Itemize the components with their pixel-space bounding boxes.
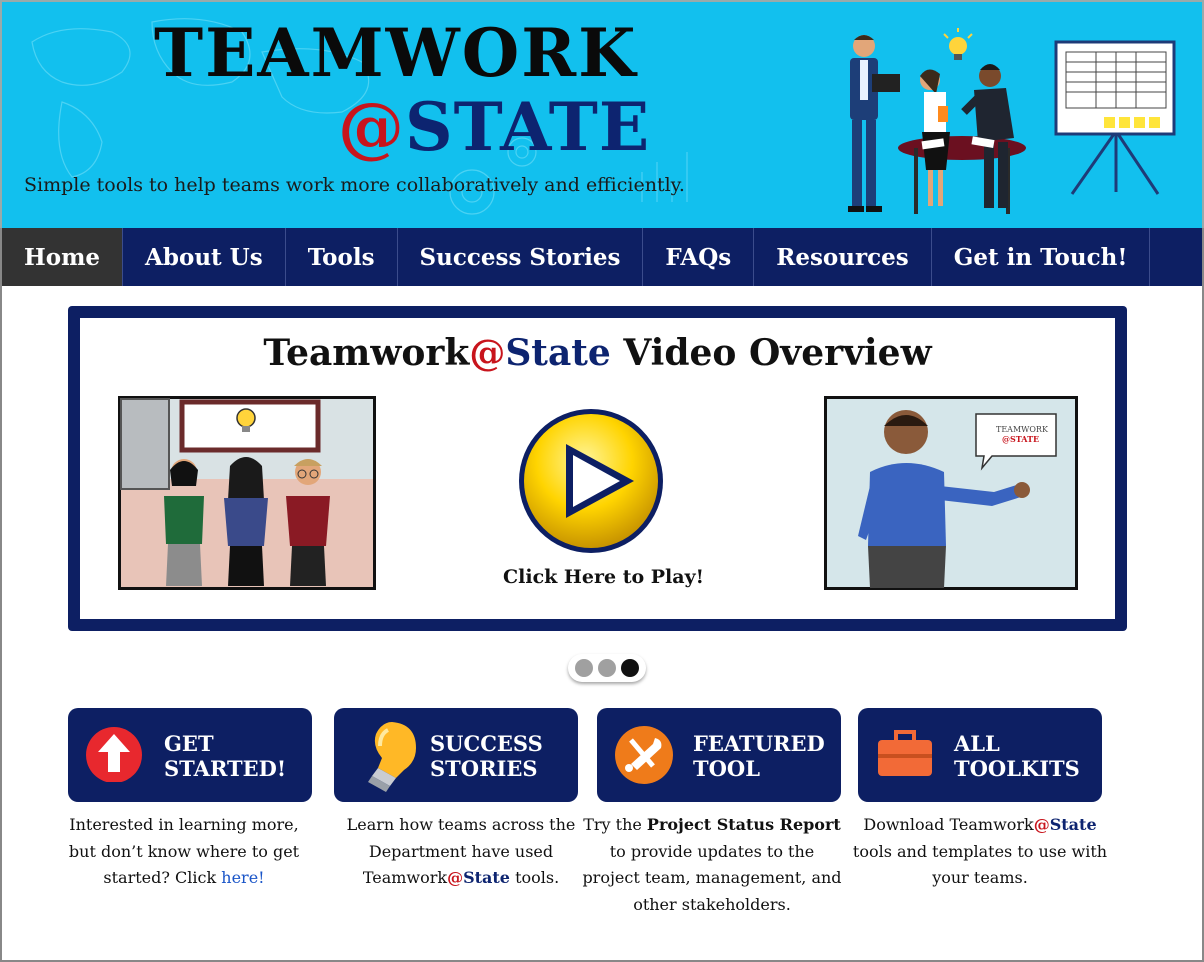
video-title: Teamwork@State Video Overview (80, 332, 1115, 374)
all-toolkits-card[interactable]: ALL TOOLKITS (858, 708, 1102, 802)
presenter-illustration: TEAMWORK @STATE (824, 396, 1078, 590)
speech-bubble-line1: TEAMWORK (996, 425, 1049, 434)
whiteboard-icon (1054, 40, 1176, 195)
success-stories-line2: STORIES (430, 756, 538, 781)
arrow-up-icon (86, 727, 142, 782)
logo-at-sign: @ (338, 88, 405, 166)
toolbox-icon (878, 730, 932, 776)
all-toolkits-description: Download Teamwork@State tools and templa… (852, 815, 1108, 887)
featured-tool-card[interactable]: FEATURED TOOL (597, 708, 841, 802)
slide-dot-1[interactable] (575, 659, 593, 677)
success-stories-description: Learn how teams across the Department ha… (346, 815, 576, 887)
success-stories-card[interactable]: SUCCESS STORIES (334, 708, 578, 802)
logo-state-word: STATE (405, 88, 651, 166)
get-started-line1: GET (164, 731, 214, 756)
nav-about-us[interactable]: About Us (123, 228, 286, 286)
nav-home[interactable]: Home (2, 228, 124, 286)
nav-get-in-touch[interactable]: Get in Touch! (932, 228, 1151, 286)
slide-content: Teamwork@State Video Overview Click Here… (80, 318, 1115, 619)
all-toolkits-line2: TOOLKITS (954, 756, 1080, 781)
get-started-card[interactable]: GET STARTED! (68, 708, 312, 802)
play-button-icon[interactable] (516, 406, 666, 556)
all-toolkits-line1: ALL (954, 731, 1000, 756)
main-nav: Home About Us Tools Success Stories FAQs… (0, 228, 1204, 286)
video-overview-slide[interactable]: Teamwork@State Video Overview Click Here… (68, 306, 1127, 631)
slider-dots (568, 654, 646, 682)
get-started-line2: STARTED! (164, 756, 287, 781)
site-header: TEAMWORK @STATE Simple tools to help tea… (0, 0, 1204, 228)
get-started-here-link[interactable]: here! (221, 868, 264, 887)
get-started-description: Interested in learning more, but don’t k… (68, 815, 300, 887)
logo-at-state: @STATE (338, 94, 650, 160)
team-meeting-illustration (848, 28, 1176, 214)
video-title-state: State (505, 332, 611, 374)
featured-tool-line1: FEATURED (693, 731, 825, 756)
nav-resources[interactable]: Resources (754, 228, 932, 286)
featured-tool-line2: TOOL (693, 756, 760, 781)
lightbulb-icon (368, 722, 416, 792)
main-content: Teamwork@State Video Overview Click Here… (0, 286, 1204, 962)
speech-bubble-line2: @STATE (1002, 434, 1039, 444)
nav-faqs[interactable]: FAQs (643, 228, 755, 286)
slide-dot-3[interactable] (621, 659, 639, 677)
logo-teamwork: TEAMWORK (154, 14, 638, 92)
video-title-teamwork: Teamwork (263, 332, 470, 374)
three-colleagues-illustration (118, 396, 376, 590)
tools-icon (615, 726, 673, 784)
featured-tool-description: Try the Project Status Report to provide… (582, 815, 842, 914)
success-stories-line1: SUCCESS (430, 731, 543, 756)
slide-dot-2[interactable] (598, 659, 616, 677)
nav-tools[interactable]: Tools (286, 228, 398, 286)
project-status-report: Project Status Report (646, 815, 841, 834)
tagline: Simple tools to help teams work more col… (24, 174, 685, 196)
video-title-suffix: Video Overview (610, 332, 932, 374)
video-title-at: @ (469, 332, 506, 374)
idea-bulb-icon (943, 28, 973, 60)
nav-success-stories[interactable]: Success Stories (398, 228, 644, 286)
